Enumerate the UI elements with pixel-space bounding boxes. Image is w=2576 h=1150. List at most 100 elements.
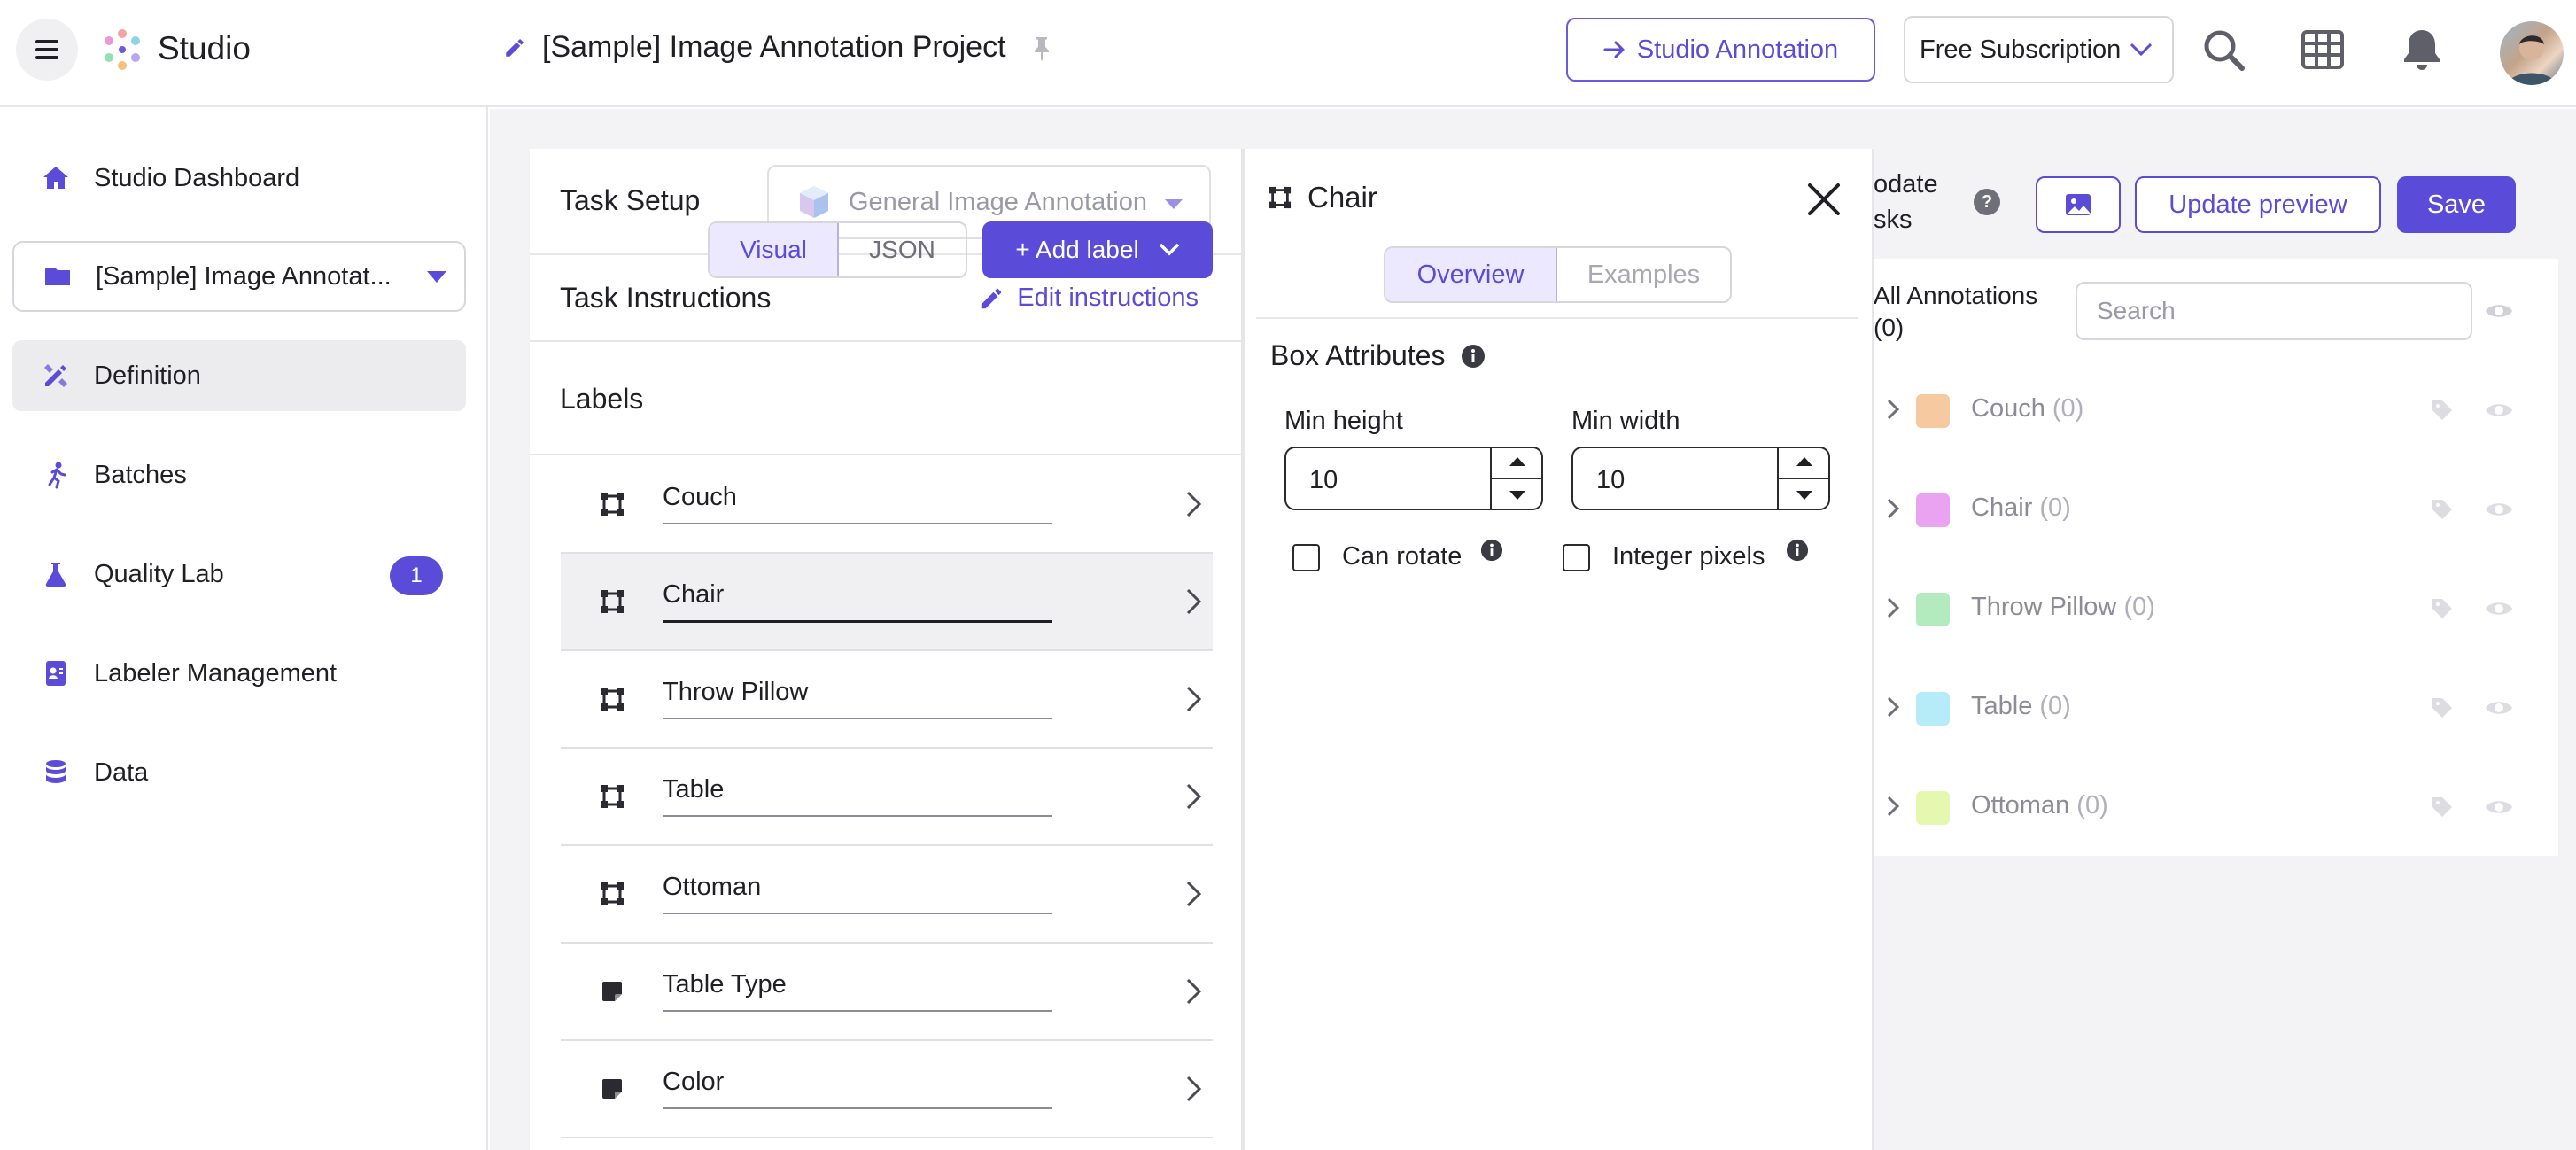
- box-attributes-heading: Box Attributes: [1270, 339, 1486, 372]
- label-detail-title-text: Chair: [1307, 181, 1377, 214]
- edit-instructions-label: Edit instructions: [1017, 284, 1199, 312]
- label-row-table-type[interactable]: Table Type: [561, 944, 1213, 1041]
- sidebar: Studio Dashboard [Sample] Image Annotat.…: [0, 107, 488, 1150]
- cube-icon: [800, 186, 828, 218]
- label-row-ottoman[interactable]: Ottoman: [561, 846, 1213, 944]
- studio-annotation-button[interactable]: Studio Annotation: [1566, 18, 1875, 82]
- studio-annotation-label: Studio Annotation: [1636, 35, 1839, 64]
- close-icon[interactable]: [1805, 181, 1843, 218]
- annotation-name: Table (0): [1971, 692, 2071, 720]
- pencil-icon: [982, 288, 1002, 308]
- annotation-name: Ottoman (0): [1971, 791, 2108, 820]
- bounding-box-icon: [601, 493, 624, 516]
- sidebar-item-definition[interactable]: Definition: [12, 340, 466, 411]
- chevron-right-icon: [1887, 399, 1900, 420]
- label-row-chair[interactable]: Chair: [561, 554, 1213, 651]
- info-icon[interactable]: [1461, 344, 1486, 369]
- sidebar-item-label: Data: [94, 758, 149, 787]
- chevron-right-icon: [1186, 686, 1202, 712]
- label-name: Table: [663, 775, 1052, 817]
- search-icon[interactable]: [2200, 27, 2246, 73]
- project-select[interactable]: [Sample] Image Annotat...: [12, 241, 466, 312]
- bounding-box-icon: [601, 785, 624, 808]
- label-row-color[interactable]: Color: [561, 1041, 1213, 1138]
- arrow-right-icon: [1603, 41, 1625, 58]
- tag-icon[interactable]: [2430, 795, 2455, 820]
- label-row-throw-pillow[interactable]: Throw Pillow: [561, 651, 1213, 749]
- add-label-text: + Add label: [1015, 236, 1139, 263]
- chevron-right-icon: [1887, 696, 1900, 718]
- min-width-stepper[interactable]: [1777, 448, 1828, 509]
- chevron-right-icon: [1186, 1076, 1202, 1102]
- label-name: Ottoman: [663, 873, 1052, 914]
- view-json-button[interactable]: JSON: [839, 223, 966, 276]
- min-height-stepper[interactable]: [1490, 448, 1541, 509]
- sticky-note-icon: [602, 1079, 622, 1099]
- eye-icon[interactable]: [2484, 499, 2514, 520]
- view-visual-button[interactable]: Visual: [710, 223, 839, 276]
- tag-icon[interactable]: [2430, 596, 2455, 621]
- min-height-input[interactable]: 10: [1284, 447, 1543, 510]
- info-icon[interactable]: [1480, 539, 1503, 562]
- label-name: Table Type: [663, 970, 1052, 1012]
- sidebar-item-studio-dashboard[interactable]: Studio Dashboard: [12, 143, 466, 214]
- tag-icon[interactable]: [2430, 497, 2455, 522]
- project-select-label: [Sample] Image Annotat...: [96, 261, 392, 291]
- annotation-row-chair[interactable]: Chair (0): [1874, 460, 2558, 559]
- min-height-label: Min height: [1284, 407, 1403, 435]
- integer-pixels-checkbox[interactable]: [1563, 544, 1590, 571]
- bell-icon[interactable]: [2399, 27, 2445, 73]
- label-row-table[interactable]: Table: [561, 749, 1213, 846]
- help-icon[interactable]: ?: [1974, 189, 2000, 215]
- tab-overview[interactable]: Overview: [1385, 248, 1557, 301]
- sidebar-item-labeler-management[interactable]: Labeler Management: [12, 638, 466, 709]
- image-preview-button[interactable]: [2036, 176, 2121, 233]
- project-title[interactable]: [Sample] Image Annotation Project: [503, 30, 1052, 65]
- sidebar-item-quality-lab[interactable]: Quality Lab 1: [12, 539, 466, 610]
- apps-grid-icon[interactable]: [2300, 27, 2346, 73]
- eye-icon[interactable]: [2484, 697, 2514, 719]
- tag-icon[interactable]: [2430, 695, 2455, 720]
- caret-down-icon: [427, 271, 446, 283]
- user-avatar[interactable]: [2500, 21, 2564, 85]
- save-button[interactable]: Save: [2397, 176, 2516, 233]
- label-name: Couch: [663, 483, 1052, 524]
- can-rotate-checkbox[interactable]: [1292, 544, 1320, 571]
- info-icon[interactable]: [1786, 539, 1809, 562]
- annotation-row-couch[interactable]: Couch (0): [1874, 361, 2558, 460]
- chevron-right-icon: [1186, 588, 1202, 615]
- eye-icon[interactable]: [2484, 796, 2514, 818]
- caret-down-icon: [1165, 199, 1183, 209]
- pin-icon[interactable]: [1031, 35, 1052, 61]
- eye-icon[interactable]: [2484, 300, 2514, 322]
- sidebar-item-label: Quality Lab: [94, 559, 224, 588]
- sidebar-item-label: Batches: [94, 460, 187, 489]
- eye-icon[interactable]: [2484, 400, 2514, 421]
- home-icon: [43, 167, 68, 189]
- annotation-row-ottoman[interactable]: Ottoman (0): [1874, 758, 2558, 857]
- add-label-button[interactable]: + Add label: [982, 221, 1213, 278]
- update-preview-button[interactable]: Update preview: [2135, 176, 2381, 233]
- app-name: Studio: [158, 30, 251, 66]
- top-bar: Studio [Sample] Image Annotation Project…: [0, 0, 2576, 107]
- bounding-box-icon: [601, 590, 624, 613]
- edit-instructions-link[interactable]: Edit instructions: [978, 284, 1199, 313]
- id-badge-icon: [46, 661, 66, 686]
- label-name: Color: [663, 1068, 1052, 1109]
- menu-icon[interactable]: [16, 19, 78, 81]
- annotation-row-table[interactable]: Table (0): [1874, 658, 2558, 758]
- annotations-search-input[interactable]: Search: [2076, 282, 2472, 340]
- tag-icon[interactable]: [2430, 398, 2455, 423]
- sidebar-item-data[interactable]: Data: [12, 737, 466, 808]
- tab-examples[interactable]: Examples: [1557, 248, 1730, 301]
- pencil-icon: [506, 38, 524, 57]
- min-width-label: Min width: [1571, 407, 1680, 435]
- flask-icon: [45, 563, 66, 587]
- subscription-select[interactable]: Free Subscription: [1904, 16, 2174, 83]
- sidebar-item-batches[interactable]: Batches: [12, 439, 466, 510]
- annotation-row-throw-pillow[interactable]: Throw Pillow (0): [1874, 559, 2558, 658]
- chevron-down-icon: [1159, 243, 1179, 256]
- label-row-couch[interactable]: Couch: [561, 456, 1213, 554]
- eye-icon[interactable]: [2484, 598, 2514, 619]
- min-width-input[interactable]: 10: [1571, 447, 1830, 510]
